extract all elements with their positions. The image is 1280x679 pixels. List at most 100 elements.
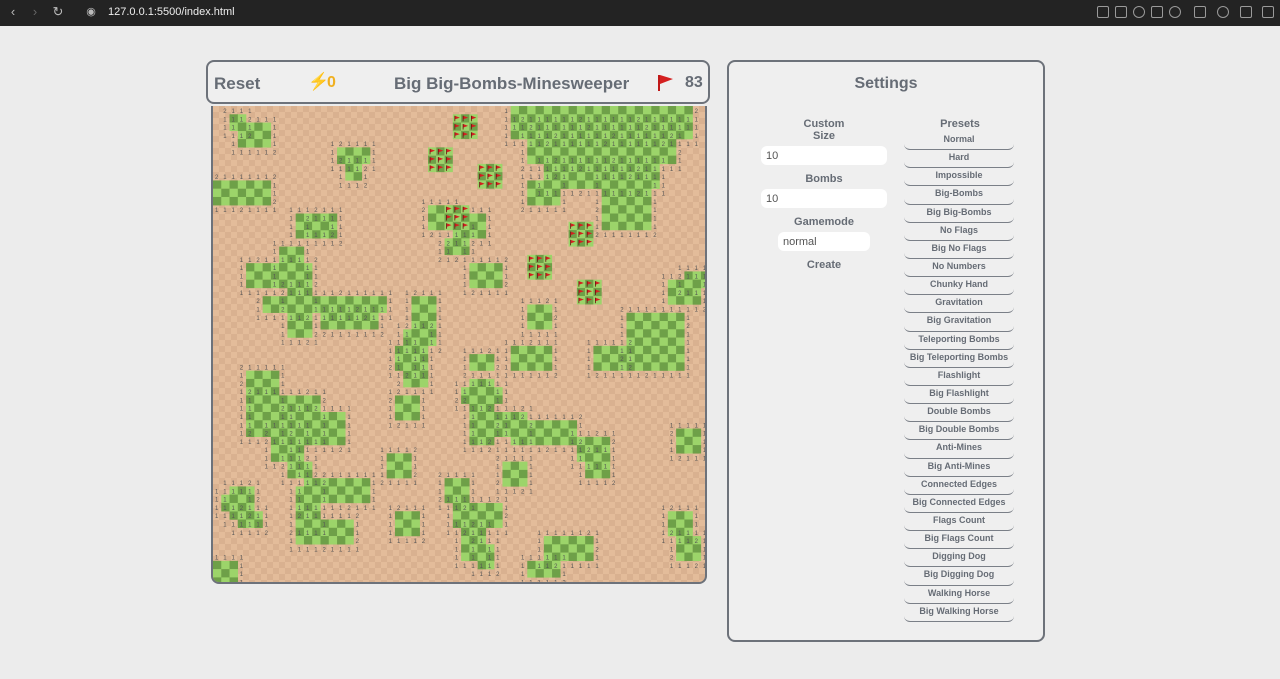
svg-text:2: 2 [678,274,682,280]
preset-gravitation[interactable]: Gravitation [904,295,1014,314]
preset-hard[interactable]: Hard [904,150,1014,169]
svg-text:1: 1 [347,415,351,421]
preset-big-anti-mines[interactable]: Big Anti-Mines [904,459,1014,477]
download-icon[interactable] [1240,6,1252,18]
site-info-icon[interactable]: ◉ [84,5,98,19]
preset-big-no-flags[interactable]: Big No Flags [904,241,1014,259]
heart-icon[interactable] [1169,6,1181,18]
svg-text:1: 1 [579,473,583,479]
svg-text:1: 1 [289,225,293,231]
size-input[interactable] [761,146,887,165]
preset-flags-count[interactable]: Flags Count [904,513,1014,532]
svg-text:1: 1 [389,514,393,520]
svg-text:1: 1 [347,407,351,413]
svg-text:1: 1 [447,531,451,537]
svg-text:1: 1 [645,307,649,313]
svg-text:2: 2 [653,233,657,239]
preset-teleporting-bombs[interactable]: Teleporting Bombs [904,332,1014,350]
svg-text:1: 1 [562,564,566,570]
svg-text:1: 1 [538,415,542,421]
svg-text:1: 1 [637,233,641,239]
svg-text:1: 1 [521,150,525,156]
minefield-canvas[interactable]: 1 1 1 2 1 1 1 1 1 1 2 1 1 1 1 1 1 2 1 1 1 1 1 1 1 2 1 1 1 1 1 2 1 1 1 1 1 1 2 1… [213,106,707,584]
preset-chunky-hand[interactable]: Chunky Hand [904,277,1014,296]
svg-text:1: 1 [703,266,707,272]
forward-icon[interactable]: › [28,5,42,19]
send-icon[interactable] [1151,6,1163,18]
svg-text:1: 1 [339,208,343,214]
preset-connected-edges[interactable]: Connected Edges [904,477,1014,495]
svg-text:1: 1 [232,150,236,156]
svg-text:1: 1 [662,274,666,280]
svg-text:1: 1 [248,175,252,181]
preset-big-double-bombs[interactable]: Big Double Bombs [904,422,1014,441]
svg-text:1: 1 [546,374,550,380]
svg-text:1: 1 [587,564,591,570]
preset-big-walking-horse[interactable]: Big Walking Horse [904,604,1014,622]
minefield[interactable]: 1 1 1 2 1 1 1 1 1 1 2 1 1 1 1 1 1 2 1 1 1 1 1 1 1 2 1 1 1 1 1 2 1 1 1 1 1 1 2 1… [211,106,707,584]
preset-big-flashlight[interactable]: Big Flashlight [904,386,1014,405]
extensions-icon[interactable] [1194,6,1206,18]
svg-text:1: 1 [314,274,318,280]
svg-text:1: 1 [496,349,500,355]
reload-icon[interactable]: ↻ [51,5,65,19]
preset-big-gravitation[interactable]: Big Gravitation [904,313,1014,332]
svg-text:1: 1 [389,506,393,512]
svg-text:2: 2 [413,473,417,479]
bombs-input[interactable] [761,189,887,208]
preset-anti-mines[interactable]: Anti-Mines [904,440,1014,459]
svg-text:1: 1 [331,208,335,214]
svg-text:1: 1 [323,506,327,512]
svg-text:1: 1 [612,432,616,438]
preset-big-bombs[interactable]: Big-Bombs [904,186,1014,205]
svg-text:1: 1 [430,374,434,380]
svg-text:1: 1 [389,448,393,454]
svg-text:2: 2 [695,109,699,115]
svg-text:1: 1 [521,183,525,189]
svg-text:1: 1 [331,448,335,454]
create-button[interactable]: Create [761,259,887,271]
profile-icon[interactable] [1217,6,1229,18]
address-bar[interactable]: 127.0.0.1:5500/index.html [108,6,235,18]
svg-text:1: 1 [314,456,318,462]
svg-text:1: 1 [662,307,666,313]
svg-text:1: 1 [595,481,599,487]
preset-digging-dog[interactable]: Digging Dog [904,549,1014,568]
svg-text:1: 1 [347,547,351,553]
screenshot-icon[interactable] [1115,6,1127,18]
svg-text:1: 1 [389,374,393,380]
preset-walking-horse[interactable]: Walking Horse [904,586,1014,604]
shield-icon[interactable] [1133,6,1145,18]
svg-text:1: 1 [447,258,451,264]
preset-big-connected-edges[interactable]: Big Connected Edges [904,495,1014,513]
preset-impossible[interactable]: Impossible [904,168,1014,187]
svg-text:1: 1 [273,192,277,198]
svg-text:1: 1 [529,465,533,471]
back-icon[interactable]: ‹ [6,5,20,19]
svg-text:1: 1 [256,489,260,495]
preset-big-teleporting-bombs[interactable]: Big Teleporting Bombs [904,350,1014,368]
svg-text:1: 1 [273,117,277,123]
svg-text:1: 1 [223,489,227,495]
svg-text:2: 2 [488,448,492,454]
svg-text:1: 1 [703,423,707,429]
svg-text:1: 1 [397,374,401,380]
menu-icon[interactable] [1262,6,1274,18]
reset-button[interactable]: Reset [214,74,260,94]
preset-big-big-bombs[interactable]: Big Big-Bombs [904,205,1014,223]
preset-big-digging-dog[interactable]: Big Digging Dog [904,567,1014,586]
edit-icon[interactable] [1097,6,1109,18]
svg-text:2: 2 [678,150,682,156]
svg-text:2: 2 [323,473,327,479]
svg-text:1: 1 [554,307,558,313]
preset-no-flags[interactable]: No Flags [904,223,1014,241]
svg-text:1: 1 [471,258,475,264]
preset-no-numbers[interactable]: No Numbers [904,259,1014,278]
preset-normal[interactable]: Normal [904,132,1014,151]
preset-flashlight[interactable]: Flashlight [904,368,1014,386]
preset-big-flags-count[interactable]: Big Flags Count [904,531,1014,550]
svg-text:1: 1 [504,374,508,380]
preset-double-bombs[interactable]: Double Bombs [904,404,1014,423]
gamemode-input[interactable] [778,232,870,251]
svg-text:1: 1 [413,390,417,396]
